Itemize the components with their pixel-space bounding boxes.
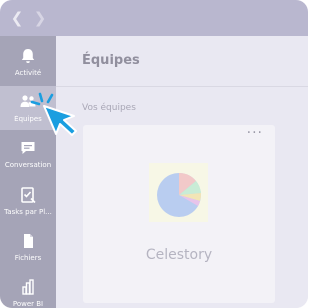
file-icon xyxy=(24,234,33,248)
team-name: Celestory xyxy=(145,247,213,263)
section-label: Vos équipes xyxy=(82,103,136,113)
rail-item-label: Conversation xyxy=(4,161,52,169)
rail-item-power-bi[interactable]: Power BI xyxy=(0,271,56,308)
page-title: Équipes xyxy=(82,53,140,68)
main-content: Équipes Vos équipes ··· Celestory xyxy=(56,36,308,308)
chevron-left-icon[interactable]: ❮ xyxy=(8,9,26,27)
app-bar: Activité Équipes Conversation Tasks par … xyxy=(0,36,56,308)
team-card[interactable]: ··· Celestory xyxy=(83,125,275,303)
teams-window: ❮ ❯ Activité Équipes Conversation Tasks … xyxy=(0,0,308,308)
more-options-button[interactable]: ··· xyxy=(247,125,263,141)
title-bar: ❮ ❯ xyxy=(0,0,308,36)
power-bi-icon xyxy=(22,279,34,295)
bell-icon xyxy=(21,49,35,63)
rail-item-label: Tasks par Pl... xyxy=(4,208,52,216)
rail-item-label: Activité xyxy=(14,69,42,77)
tasks-icon xyxy=(21,187,36,204)
chevron-right-icon[interactable]: ❯ xyxy=(31,9,49,27)
pie-chart-icon xyxy=(157,172,202,217)
rail-item-files[interactable]: Fichiers xyxy=(0,225,56,269)
click-cursor-icon xyxy=(30,92,77,136)
rail-item-label: Power BI xyxy=(12,300,44,308)
team-avatar xyxy=(149,163,208,222)
rail-item-label: Fichiers xyxy=(14,254,42,262)
rail-item-activity[interactable]: Activité xyxy=(0,40,56,84)
rail-item-tasks[interactable]: Tasks par Pl... xyxy=(0,179,56,223)
header-divider xyxy=(56,86,308,87)
